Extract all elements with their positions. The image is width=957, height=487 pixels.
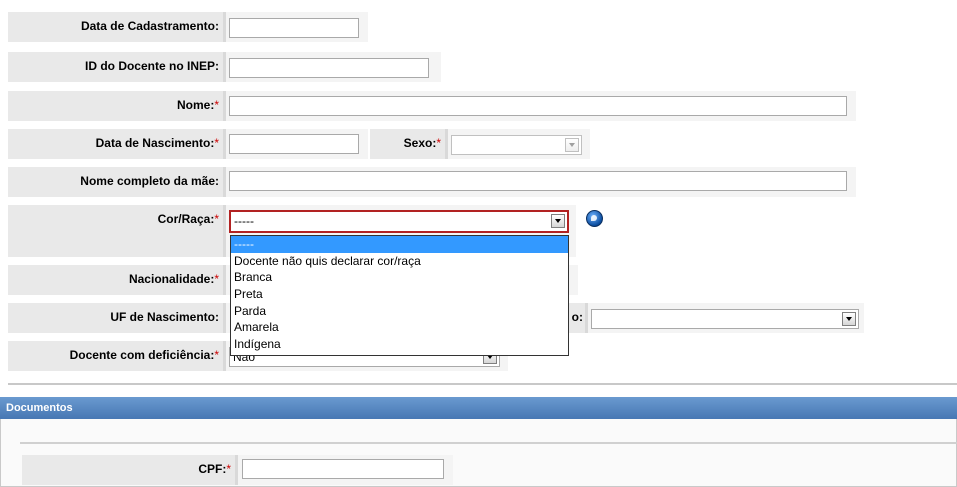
cpf-input[interactable]	[242, 459, 444, 479]
label-sexo: Sexo:*	[370, 129, 445, 159]
label-data-cadastramento: Data de Cadastramento:	[8, 12, 223, 42]
label-nome: Nome:*	[8, 91, 223, 121]
section-title: Documentos	[0, 397, 957, 419]
label-cpf: CPF:*	[22, 455, 235, 485]
dropdown-option[interactable]: Docente não quis declarar cor/raça	[231, 253, 568, 270]
nome-mae-input[interactable]	[229, 171, 847, 191]
label-cor-raca: Cor/Raça:*	[8, 205, 223, 257]
dropdown-option[interactable]: Parda	[231, 303, 568, 320]
sexo-select[interactable]	[451, 135, 582, 155]
dropdown-option[interactable]: Amarela	[231, 319, 568, 336]
help-balloon-icon[interactable]	[586, 210, 603, 227]
dropdown-option[interactable]: Indígena	[231, 336, 568, 353]
dropdown-option[interactable]: -----	[231, 236, 568, 253]
municipio-select[interactable]	[591, 309, 859, 329]
label-deficiencia: Docente com deficiência:*	[8, 341, 223, 371]
label-nome-mae: Nome completo da mãe:	[8, 167, 223, 197]
chevron-down-icon[interactable]	[565, 138, 579, 152]
label-uf-nascimento: UF de Nascimento:	[8, 303, 223, 333]
data-nascimento-input[interactable]	[229, 134, 359, 154]
chevron-down-icon[interactable]	[842, 312, 856, 326]
cor-raca-dropdown-list: ----- Docente não quis declarar cor/raça…	[230, 235, 569, 356]
chevron-down-icon[interactable]	[551, 214, 565, 228]
label-data-nascimento: Data de Nascimento:*	[8, 129, 223, 159]
data-cadastramento-input[interactable]	[229, 18, 359, 38]
dropdown-option[interactable]: Preta	[231, 286, 568, 303]
divider	[20, 442, 957, 444]
id-inep-input[interactable]	[229, 58, 429, 78]
label-id-inep: ID do Docente no INEP:	[8, 52, 223, 82]
divider	[8, 383, 957, 385]
label-nacionalidade: Nacionalidade:*	[8, 265, 223, 295]
nome-input[interactable]	[229, 96, 847, 116]
cor-raca-select[interactable]: -----	[229, 210, 569, 233]
dropdown-option[interactable]: Branca	[231, 269, 568, 286]
